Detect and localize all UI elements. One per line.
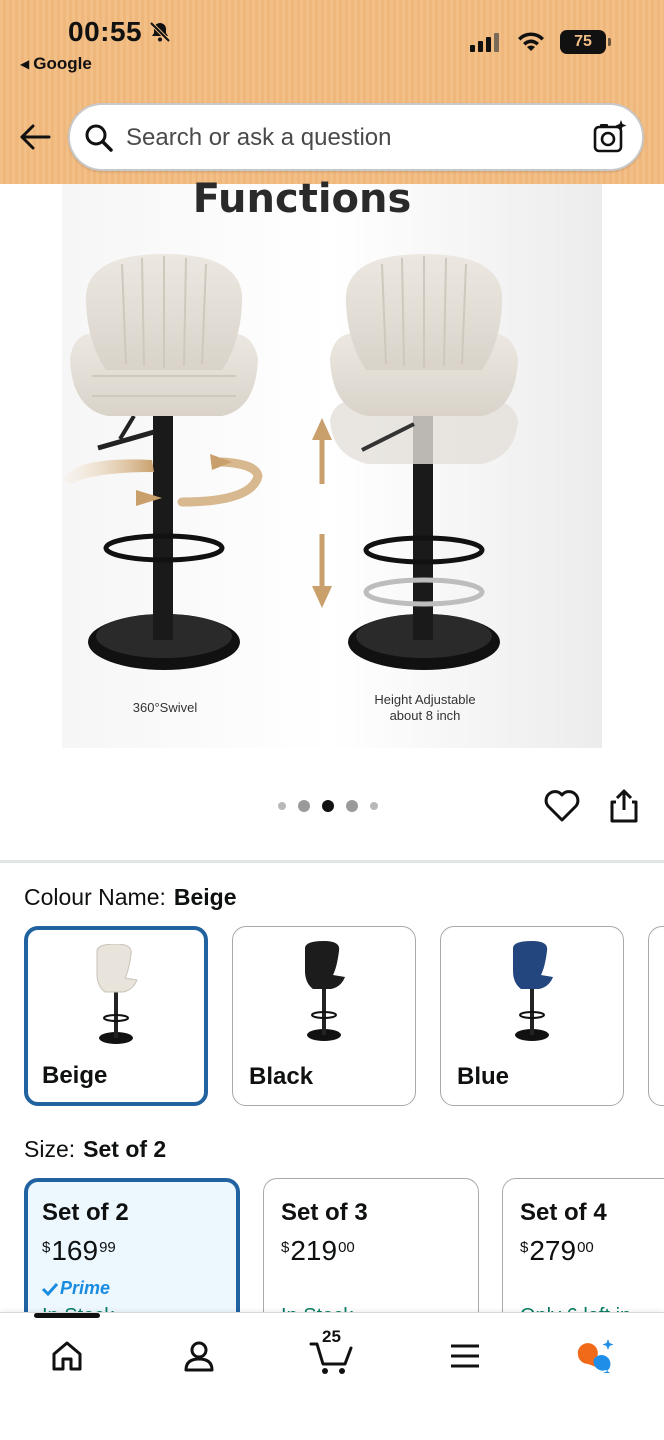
wifi-icon	[518, 32, 544, 51]
price-whole: 219	[290, 1235, 338, 1266]
price-currency: $	[42, 1239, 51, 1256]
product-image-carousel[interactable]	[62, 184, 602, 748]
search-icon	[85, 124, 113, 152]
nav-home[interactable]	[42, 1331, 92, 1381]
size-option-price: $ 279 00	[520, 1235, 594, 1267]
colour-selected-value: Beige	[173, 884, 237, 910]
price-currency: $	[281, 1239, 290, 1256]
swatch-label: Blue	[457, 1063, 510, 1090]
back-triangle-icon: ◀	[20, 57, 30, 71]
price-whole: 279	[529, 1235, 577, 1266]
height-caption-line-2: about 8 inch	[389, 708, 461, 723]
colour-option-more[interactable]	[648, 926, 664, 1106]
black-stool-thumbnail	[304, 941, 345, 1041]
camera-search-icon[interactable]	[592, 119, 628, 155]
price-currency: $	[520, 1239, 529, 1256]
search-input[interactable]	[126, 119, 566, 157]
heart-icon[interactable]	[543, 788, 581, 824]
image-title: Functions	[192, 176, 412, 222]
home-icon	[52, 1341, 82, 1371]
size-selected-value: Set of 2	[83, 1136, 167, 1162]
swatch-label: Beige	[42, 1062, 108, 1089]
ai-assistant-icon	[577, 1339, 614, 1373]
colour-label: Colour Name: Beige	[24, 884, 237, 911]
blue-stool-thumbnail	[512, 941, 553, 1041]
height-caption: Height Adjustable about 8 inch	[340, 692, 510, 724]
colour-option-blue[interactable]: Blue	[440, 926, 624, 1106]
height-caption-line-1: Height Adjustable	[374, 692, 476, 707]
search-bar[interactable]	[68, 103, 644, 171]
carousel-dots	[278, 800, 378, 812]
account-icon	[184, 1341, 214, 1372]
menu-icon	[451, 1344, 479, 1368]
size-option-price: $ 169 99	[42, 1235, 116, 1267]
colour-label-text: Colour Name:	[24, 884, 166, 910]
status-icons: 75	[470, 30, 611, 54]
size-option-price: $ 219 00	[281, 1235, 355, 1267]
prime-badge: Prime	[42, 1278, 110, 1299]
product-photo	[64, 254, 518, 670]
nav-assistant[interactable]	[570, 1331, 620, 1381]
nav-menu[interactable]	[440, 1331, 490, 1381]
carousel-dot[interactable]	[278, 802, 286, 810]
cart-count-badge: 25	[322, 1327, 341, 1346]
swatch-label: Black	[249, 1063, 314, 1090]
active-tab-indicator	[34, 1313, 100, 1318]
price-whole: 169	[51, 1235, 99, 1266]
size-option-name: Set of 3	[281, 1199, 368, 1226]
size-option-name: Set of 4	[520, 1199, 607, 1226]
share-icon[interactable]	[607, 788, 641, 824]
status-time: 00:55	[68, 16, 172, 48]
carousel-dot[interactable]	[370, 802, 378, 810]
nav-account[interactable]	[174, 1331, 224, 1381]
colour-option-beige[interactable]: Beige	[24, 926, 208, 1106]
header-bar: 00:55 ◀ Google 75	[0, 0, 664, 184]
return-app-label: Google	[33, 54, 92, 73]
carousel-dot[interactable]	[346, 800, 358, 812]
swivel-caption: 360°Swivel	[132, 700, 198, 715]
price-cents: 00	[577, 1239, 594, 1256]
beige-stool-thumbnail	[96, 944, 138, 1044]
size-option-name: Set of 2	[42, 1199, 129, 1226]
mute-bell-icon	[149, 21, 171, 43]
price-cents: 00	[338, 1239, 355, 1256]
prime-label: Prime	[60, 1278, 111, 1298]
height-adjustable-stool-illustration	[312, 254, 518, 670]
checkmark-icon	[42, 1282, 58, 1296]
bottom-navigation: 25	[0, 1312, 664, 1440]
colour-option-black[interactable]: Black	[232, 926, 416, 1106]
price-cents: 99	[99, 1239, 116, 1256]
carousel-dot-active[interactable]	[322, 800, 334, 812]
back-arrow-icon[interactable]	[18, 120, 52, 154]
signal-icon	[470, 33, 499, 52]
section-divider	[0, 860, 664, 863]
size-label-text: Size:	[24, 1136, 76, 1162]
clock-text: 00:55	[68, 16, 143, 47]
swivel-stool-illustration	[64, 254, 263, 670]
battery-level: 75	[574, 33, 592, 50]
battery-icon: 75	[560, 30, 611, 54]
carousel-dot[interactable]	[298, 800, 310, 812]
return-to-app-link[interactable]: ◀ Google	[20, 54, 92, 74]
size-label: Size: Set of 2	[24, 1136, 166, 1163]
nav-cart[interactable]: 25	[306, 1327, 356, 1381]
